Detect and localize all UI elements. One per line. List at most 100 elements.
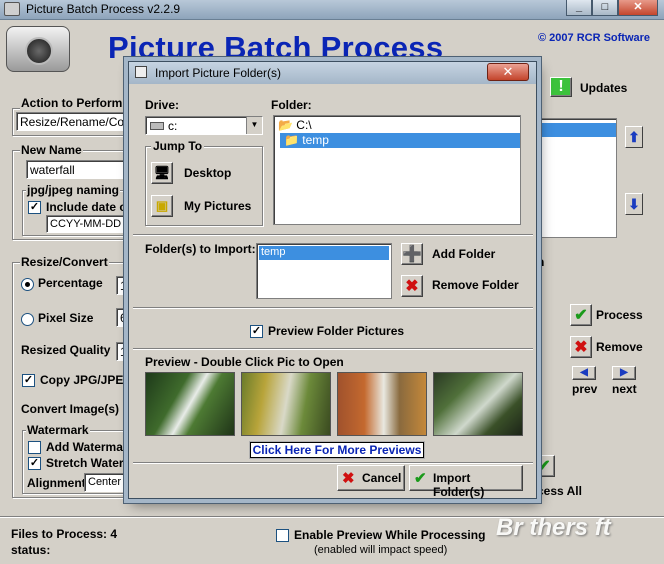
move-down-button[interactable]: ⬇ [625,193,643,215]
open-folder-icon: 📂 [278,118,293,132]
remove-folder-icon[interactable]: ✖ [401,275,423,297]
watermark-label: Watermark [26,423,90,437]
remove-label[interactable]: Remove [596,340,643,354]
folder-item-root[interactable]: 📂 C:\ [278,118,312,132]
stretch-watermark-label: Stretch Water [46,456,124,470]
jpg-naming-label: jpg/jpeg naming [26,183,120,197]
move-up-button[interactable]: ⬆ [625,126,643,148]
copyright-text: © 2007 RCR Software [538,32,651,44]
preview-folder-label: Preview Folder Pictures [268,324,405,338]
folder-tree[interactable]: 📂 C:\ 📁 temp [273,115,521,225]
alignment-label: Alignment [27,476,86,490]
cancel-button[interactable]: ✖ Cancel [337,465,405,491]
copy-jpg-checkbox[interactable]: ✓ [22,374,35,387]
file-list-selected-row[interactable] [538,123,616,137]
preview-thumbnail-1[interactable] [145,372,235,436]
drive-value: c: [168,119,178,133]
maximize-button[interactable]: □ [592,0,618,16]
enable-preview-label: Enable Preview While Processing [294,528,486,542]
import-folders-button[interactable]: ✔ Import Folder(s) [409,465,523,499]
prev-label[interactable]: prev [572,382,597,396]
percentage-radio[interactable] [21,278,34,291]
camera-logo-icon [6,26,70,72]
new-name-label: New Name [20,143,83,157]
preview-section-label: Preview - Double Click Pic to Open [145,355,344,369]
status-label: status: [11,543,51,557]
add-watermark-label: Add Watermark [46,440,135,454]
more-previews-link[interactable]: Click Here For More Previews [249,441,425,459]
my-pictures-icon[interactable]: ▣ [151,195,173,217]
alignment-select[interactable]: Center [84,473,132,492]
preview-thumbnail-3[interactable] [337,372,427,436]
pixel-size-label: Pixel Size [38,311,94,325]
chevron-down-icon[interactable]: ▼ [246,117,262,134]
process-check-icon[interactable]: ✔ [570,304,592,326]
include-date-checkbox[interactable]: ✓ [28,201,41,214]
next-label[interactable]: next [612,382,637,396]
next-arrow-icon[interactable]: ▶ [612,366,636,380]
import-label: Import Folder(s) [433,471,485,499]
date-format-input[interactable]: CCYY-MM-DD [46,215,132,233]
folders-to-import-label: Folder(s) to Import: [145,242,256,256]
add-watermark-checkbox[interactable] [28,441,41,454]
copy-jpg-label: Copy JPG/JPEG [40,373,133,387]
folder-item-temp[interactable]: 📁 temp [280,133,520,148]
preview-thumbnail-2[interactable] [241,372,331,436]
brothersoft-watermark: Br thers ft [496,514,611,541]
dialog-divider-4 [133,462,533,464]
preview-folder-checkbox[interactable]: ✓ [250,325,263,338]
camera-app-icon [4,2,20,16]
action-label: Action to Perform [20,96,124,110]
import-list[interactable]: temp [256,243,392,299]
action-select[interactable]: Resize/Rename/Co [16,112,132,131]
pixel-size-radio[interactable] [21,313,34,326]
stretch-watermark-checkbox[interactable]: ✓ [28,457,41,470]
dialog-divider-1 [133,234,533,236]
convert-images-label: Convert Image(s) [21,402,120,416]
remove-folder-label[interactable]: Remove Folder [432,278,519,292]
minimize-button[interactable]: _ [566,0,592,16]
remove-x-icon[interactable]: ✖ [570,336,592,358]
updates-icon[interactable]: ! [550,77,572,97]
process-all-label[interactable]: cess All [537,484,582,498]
import-folder-dialog: Import Picture Folder(s) ✕ Drive: c: ▼ J… [128,61,537,499]
resize-convert-label: Resize/Convert [20,255,109,269]
dialog-title: Import Picture Folder(s) [155,66,282,80]
folder-icon: 📁 [284,133,299,147]
desktop-label[interactable]: Desktop [184,166,231,180]
preview-thumbnail-4[interactable] [433,372,523,436]
dialog-close-button[interactable]: ✕ [487,63,529,81]
dialog-app-icon [135,66,147,78]
my-pictures-label[interactable]: My Pictures [184,199,251,213]
enable-preview-checkbox[interactable] [276,529,289,542]
include-date-label: Include date o [46,200,127,214]
enable-preview-note: (enabled will impact speed) [314,544,448,556]
percentage-label: Percentage [38,276,103,290]
window-title: Picture Batch Process v2.2.9 [26,2,181,16]
cancel-label: Cancel [362,471,402,485]
folder-label: Folder: [271,98,312,112]
window-titlebar[interactable]: Picture Batch Process v2.2.9 _ □ ✕ [0,0,664,20]
file-list[interactable] [537,118,617,238]
dialog-divider-3 [133,348,533,350]
close-button[interactable]: ✕ [618,0,658,16]
right-section-label: n [537,255,545,269]
dialog-divider-2 [133,307,533,309]
desktop-icon[interactable]: 🖥 [151,162,173,184]
files-to-process: Files to Process: 4 [11,527,118,541]
process-label[interactable]: Process [596,308,643,322]
import-list-item[interactable]: temp [259,246,389,260]
drive-label: Drive: [145,98,180,112]
add-folder-label[interactable]: Add Folder [432,247,495,261]
dialog-titlebar[interactable]: Import Picture Folder(s) ✕ [129,62,536,84]
jump-to-label: Jump To [151,139,205,153]
prev-arrow-icon[interactable]: ◀ [572,366,596,380]
cancel-x-icon: ✖ [342,470,355,487]
drive-select[interactable]: c: ▼ [145,116,263,135]
resized-quality-label: Resized Quality [21,343,111,357]
import-check-icon: ✔ [414,470,427,487]
drive-icon [150,122,164,130]
add-folder-icon[interactable]: ➕ [401,243,423,265]
new-name-input[interactable]: waterfall [26,160,132,179]
updates-label[interactable]: Updates [580,81,627,95]
